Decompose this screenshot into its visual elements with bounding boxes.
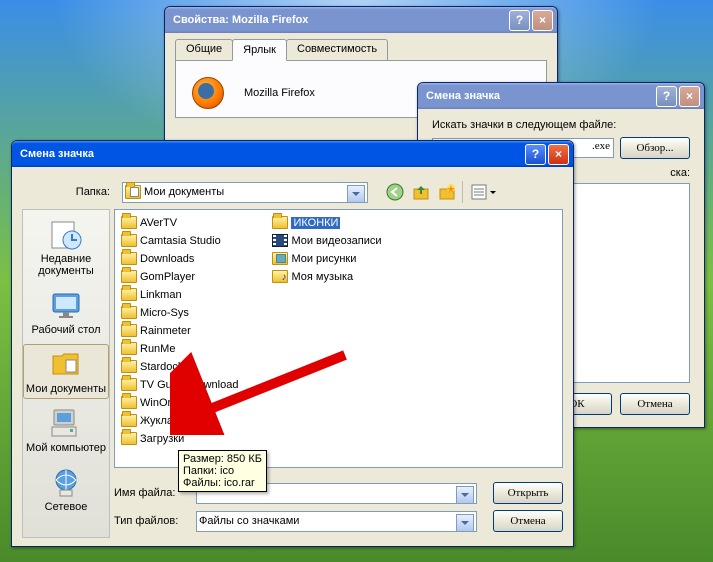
folder-icon xyxy=(121,396,137,409)
folder-icon xyxy=(272,216,288,229)
views-button[interactable] xyxy=(462,181,498,203)
back-button[interactable] xyxy=(384,181,406,203)
chevron-down-icon xyxy=(490,191,496,194)
list-item-label: Жукладочник xyxy=(140,415,208,427)
open-button[interactable]: Открыть xyxy=(493,482,563,504)
list-item[interactable]: Stardock xyxy=(119,358,240,375)
folder-icon xyxy=(121,270,137,283)
list-item-label: WinOrganizer xyxy=(140,397,207,409)
list-item[interactable]: Linkman xyxy=(119,286,240,303)
properties-tabs: Общие Ярлык Совместимость xyxy=(175,39,547,60)
list-item-label: Мои видеозаписи xyxy=(291,235,381,247)
change-icon-bg-titlebar[interactable]: Смена значка ? × xyxy=(418,83,704,109)
place-network[interactable]: Сетевое xyxy=(23,462,109,517)
list-item[interactable]: TV Guide Download xyxy=(119,376,240,393)
list-item[interactable]: GomPlayer xyxy=(119,268,240,285)
tab-compat[interactable]: Совместимость xyxy=(286,39,388,60)
tooltip: Размер: 850 КБ Папки: ico Файлы: ico.rar xyxy=(178,450,267,492)
list-item-label: RunMe xyxy=(140,343,175,355)
help-button[interactable]: ? xyxy=(656,86,677,107)
new-folder-button[interactable] xyxy=(436,181,458,203)
place-desktop[interactable]: Рабочий стол xyxy=(23,285,109,340)
change-icon-bg-title: Смена значка xyxy=(426,90,656,102)
list-item[interactable]: Моя музыка xyxy=(270,268,383,285)
filetype-dropdown[interactable]: Файлы со значками xyxy=(196,511,477,532)
video-folder-icon xyxy=(272,234,288,247)
open-dialog-titlebar[interactable]: Смена значка ? × xyxy=(12,141,573,167)
list-item-label: TV Guide Download xyxy=(140,379,238,391)
list-item-label: Camtasia Studio xyxy=(140,235,221,247)
folder-icon xyxy=(121,234,137,247)
pictures-folder-icon xyxy=(272,252,288,265)
list-item-label: Мои рисунки xyxy=(291,253,356,265)
lookin-label: Папка: xyxy=(22,186,116,198)
list-item-label: Linkman xyxy=(140,289,182,301)
my-documents-icon xyxy=(50,348,82,380)
list-item-label: ИКОНКИ xyxy=(291,217,340,229)
music-folder-icon xyxy=(272,270,288,283)
network-icon xyxy=(50,466,82,498)
list-item[interactable]: Micro-Sys xyxy=(119,304,240,321)
file-list[interactable]: AVerTV Camtasia Studio Downloads GomPlayer L… xyxy=(114,209,563,468)
list-item-label: Загрузки xyxy=(140,433,184,445)
list-item[interactable]: Мои видеозаписи xyxy=(270,232,383,249)
folder-icon xyxy=(121,432,137,445)
list-item[interactable]: RunMe xyxy=(119,340,240,357)
app-name-label: Mozilla Firefox xyxy=(244,87,315,99)
up-one-level-button[interactable] xyxy=(410,181,432,203)
lookin-dropdown[interactable]: Мои документы xyxy=(122,182,368,203)
place-mydocuments[interactable]: Мои документы xyxy=(23,344,109,399)
place-mycomputer[interactable]: Мой компьютер xyxy=(23,403,109,458)
folder-icon xyxy=(121,252,137,265)
folder-icon xyxy=(121,288,137,301)
cancel-button[interactable]: Отмена xyxy=(493,510,563,532)
open-dialog-title: Смена значка xyxy=(20,148,525,160)
list-item-label: Rainmeter xyxy=(140,325,191,337)
list-item-label: Stardock xyxy=(140,361,183,373)
list-item[interactable]: Жукладочник xyxy=(119,412,240,429)
lookin-value: Мои документы xyxy=(144,186,224,198)
desktop-icon xyxy=(50,289,82,321)
folder-icon xyxy=(121,360,137,373)
folder-icon xyxy=(121,216,137,229)
firefox-icon xyxy=(192,77,224,109)
open-dialog-window: Смена значка ? × Папка: Мои документы xyxy=(11,140,574,547)
list-item[interactable]: Camtasia Studio xyxy=(119,232,240,249)
close-button[interactable]: × xyxy=(548,144,569,165)
properties-title: Свойства: Mozilla Firefox xyxy=(173,14,509,26)
folder-icon xyxy=(121,378,137,391)
my-documents-icon xyxy=(125,185,141,199)
list-item[interactable]: Downloads xyxy=(119,250,240,267)
folder-icon xyxy=(121,414,137,427)
folder-icon xyxy=(121,342,137,355)
search-label: Искать значки в следующем файле: xyxy=(432,119,690,131)
list-item-label: Micro-Sys xyxy=(140,307,189,319)
close-button[interactable]: × xyxy=(679,86,700,107)
places-bar: Недавние документы Рабочий стол Мои доку… xyxy=(22,209,110,538)
list-item[interactable]: ИКОНКИ xyxy=(270,214,383,231)
my-computer-icon xyxy=(50,407,82,439)
list-item[interactable]: Загрузки xyxy=(119,430,240,447)
folder-icon xyxy=(121,324,137,337)
help-button[interactable]: ? xyxy=(509,10,530,31)
tab-general[interactable]: Общие xyxy=(175,39,233,60)
list-item-label: AVerTV xyxy=(140,217,177,229)
list-item[interactable]: WinOrganizer xyxy=(119,394,240,411)
list-item-label: GomPlayer xyxy=(140,271,195,283)
close-button[interactable]: × xyxy=(532,10,553,31)
list-item-label: Моя музыка xyxy=(291,271,353,283)
cancel-button[interactable]: Отмена xyxy=(620,393,690,415)
help-button[interactable]: ? xyxy=(525,144,546,165)
properties-titlebar[interactable]: Свойства: Mozilla Firefox ? × xyxy=(165,7,557,33)
list-item-label: Downloads xyxy=(140,253,194,265)
place-recent[interactable]: Недавние документы xyxy=(23,214,109,281)
recent-docs-icon xyxy=(50,218,82,250)
filetype-label: Тип файлов: xyxy=(114,515,190,527)
tab-shortcut[interactable]: Ярлык xyxy=(232,39,287,61)
folder-icon xyxy=(121,306,137,319)
list-item[interactable]: Мои рисунки xyxy=(270,250,383,267)
browse-button[interactable]: Обзор... xyxy=(620,137,690,159)
list-item[interactable]: AVerTV xyxy=(119,214,240,231)
list-item[interactable]: Rainmeter xyxy=(119,322,240,339)
